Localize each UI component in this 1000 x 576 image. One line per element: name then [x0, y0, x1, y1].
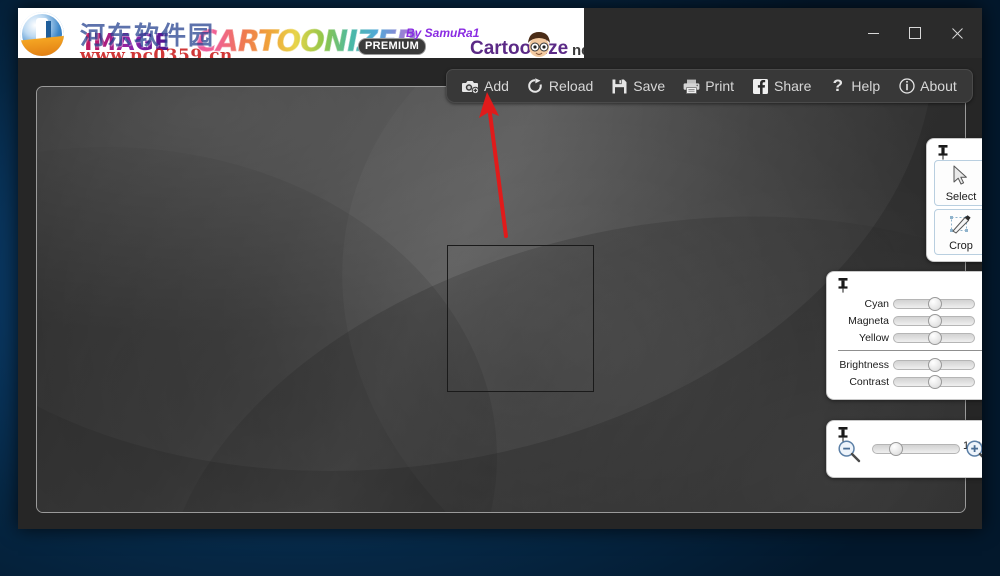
close-button[interactable] [936, 16, 978, 50]
minimize-button[interactable] [852, 16, 894, 50]
tool-button-select[interactable]: Select [934, 160, 982, 206]
slider-row-yellow-blue: Yellow Blue [835, 331, 982, 345]
pushpin-icon[interactable] [936, 144, 950, 160]
floppy-disk-icon [611, 78, 628, 95]
question-mark-icon: ? [832, 76, 844, 95]
slider-magenta-green[interactable] [893, 314, 975, 328]
window-controls [852, 8, 978, 58]
toolbar-button-share[interactable]: Share [743, 71, 820, 101]
slider-label-magneta: Magneta [848, 315, 889, 327]
slider-knob[interactable] [928, 358, 942, 372]
tools-panel: Select Crop [926, 138, 982, 262]
slider-brightness[interactable] [893, 358, 975, 372]
color-adjustment-panel: Cyan Red Magneta Green Yellow Blue [826, 271, 982, 400]
toolbar-label-add: Add [484, 78, 509, 94]
reload-icon [527, 78, 544, 95]
maximize-icon [909, 27, 921, 39]
author-credit: By SamuRa1 [406, 26, 480, 40]
slider-label-cyan: Cyan [864, 298, 889, 310]
branding-banner: IMAGE CARTOONIZER PREMIUM By SamuRa1 Car… [18, 8, 584, 58]
minimize-icon [867, 32, 879, 34]
image-cartoonizer-window: IMAGE CARTOONIZER PREMIUM By SamuRa1 Car… [18, 8, 982, 529]
toolbar-button-about[interactable]: About [889, 71, 966, 101]
cursor-arrow-icon [953, 165, 967, 185]
slider-row-magenta-green: Magneta Green [835, 314, 982, 328]
magnifier-plus-icon[interactable] [965, 439, 982, 463]
title-bar: IMAGE CARTOONIZER PREMIUM By SamuRa1 Car… [18, 8, 982, 58]
magnifier-minus-icon[interactable] [837, 439, 861, 463]
toolbar-label-share: Share [774, 78, 812, 94]
toolbar-button-save[interactable]: Save [602, 71, 674, 101]
tool-button-crop[interactable]: Crop [934, 209, 982, 255]
slider-label-yellow: Yellow [859, 332, 889, 344]
site-tld-label: net [572, 42, 584, 58]
close-icon [951, 27, 963, 39]
pushpin-icon[interactable] [836, 277, 850, 293]
zoom-slider-knob[interactable] [888, 442, 903, 456]
slider-label-contrast: Contrast [849, 376, 889, 388]
zoom-panel: 100% [826, 420, 982, 478]
slider-knob[interactable] [928, 314, 942, 328]
cartoon-face-icon [528, 32, 550, 57]
slider-contrast[interactable] [893, 375, 975, 389]
toolbar-button-help[interactable]: ? Help [820, 71, 889, 101]
premium-badge: PREMIUM [358, 38, 427, 55]
info-circle-icon [898, 78, 915, 95]
zoom-slider[interactable] [872, 442, 960, 456]
toolbar-label-save: Save [633, 78, 666, 94]
toolbar-button-add[interactable]: Add [453, 71, 518, 101]
toolbar-label-help: Help [851, 78, 881, 94]
toolbar-label-print: Print [705, 78, 735, 94]
slider-label-blue: Blue [975, 332, 982, 344]
printer-icon [683, 78, 700, 95]
main-toolbar: Add Reload Save Print Share ? Help About [446, 69, 973, 103]
tool-label-select: Select [945, 191, 977, 203]
crop-pen-icon [950, 215, 971, 234]
facebook-icon [752, 78, 769, 95]
slider-knob[interactable] [928, 375, 942, 389]
slider-row-brightness: Brightness [835, 358, 975, 372]
toolbar-button-reload[interactable]: Reload [518, 71, 602, 101]
slider-yellow-blue[interactable] [893, 331, 975, 345]
slider-knob[interactable] [928, 297, 942, 311]
slider-row-contrast: Contrast [835, 375, 975, 389]
slider-cyan-red[interactable] [893, 297, 975, 311]
slider-label-red: Red [975, 298, 982, 310]
slider-knob[interactable] [928, 331, 942, 345]
image-selection-box[interactable] [447, 245, 594, 392]
app-logo-icon [20, 12, 64, 56]
slider-label-brightness: Brightness [839, 359, 889, 371]
slider-label-green: Green [975, 315, 982, 327]
maximize-button[interactable] [894, 16, 936, 50]
toolbar-label-reload: Reload [548, 78, 594, 94]
camera-add-icon [462, 78, 479, 95]
tool-label-crop: Crop [949, 240, 973, 252]
toolbar-label-about: About [920, 78, 957, 94]
slider-row-cyan-red: Cyan Red [835, 297, 982, 311]
toolbar-button-print[interactable]: Print [674, 71, 743, 101]
watermark-url-text: www.pc0359.cn [80, 46, 233, 58]
desktop-background: IMAGE CARTOONIZER PREMIUM By SamuRa1 Car… [0, 0, 1000, 576]
panel-divider [838, 350, 982, 351]
